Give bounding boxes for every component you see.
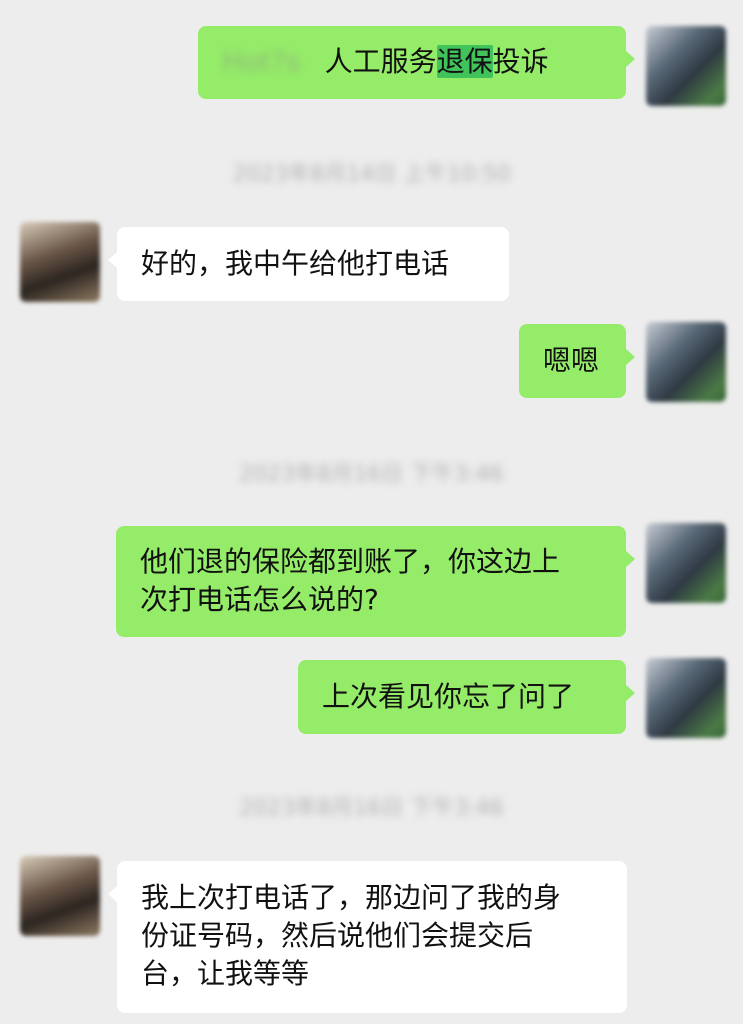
highlighted-keyword: 退保	[436, 45, 493, 78]
my-avatar[interactable]	[646, 322, 726, 402]
my-avatar[interactable]	[646, 523, 726, 603]
message-bubble[interactable]: 好的，我中午给他打电话	[108, 227, 509, 301]
timestamp: 2023年8月14日 上午10:50	[232, 162, 511, 187]
message-bubble[interactable]: Hot?s 人工服务退保投诉	[198, 26, 635, 99]
message-bubble[interactable]: 我上次打电话了，那边问了我的身 份证号码，然后说他们会提交后 台，让我等等	[108, 861, 627, 1013]
message-text-line: 我上次打电话了，那边问了我的身	[141, 881, 562, 914]
message-bubble[interactable]: 上次看见你忘了问了	[298, 660, 635, 734]
message-text: 人工服务	[324, 45, 437, 78]
my-avatar[interactable]	[646, 658, 726, 738]
timestamp: 2023年8月16日 下午3:46	[239, 796, 504, 821]
message-text-line: 次打电话怎么说的?	[140, 583, 379, 616]
message-bubble[interactable]: 他们退的保险都到账了，你这边上 次打电话怎么说的?	[116, 526, 635, 637]
contact-avatar[interactable]	[20, 222, 100, 302]
message-text-line: 台，让我等等	[141, 957, 310, 990]
message-text: 上次看见你忘了问了	[322, 680, 575, 713]
blurred-text: Hot?s	[222, 45, 301, 78]
my-avatar[interactable]	[646, 26, 726, 106]
chat-window: { "messages": [ {"side":"right","blurred…	[0, 0, 743, 1024]
contact-avatar[interactable]	[20, 856, 100, 936]
message-text-line: 份证号码，然后说他们会提交后	[141, 919, 534, 952]
message-bubble[interactable]: 嗯嗯	[519, 324, 635, 398]
message-text: 投诉	[492, 45, 549, 78]
message-text: 好的，我中午给他打电话	[141, 247, 450, 280]
message-text: 嗯嗯	[543, 344, 600, 377]
message-text-line: 他们退的保险都到账了，你这边上	[140, 545, 561, 578]
timestamp: 2023年8月16日 下午3:46	[239, 462, 504, 487]
